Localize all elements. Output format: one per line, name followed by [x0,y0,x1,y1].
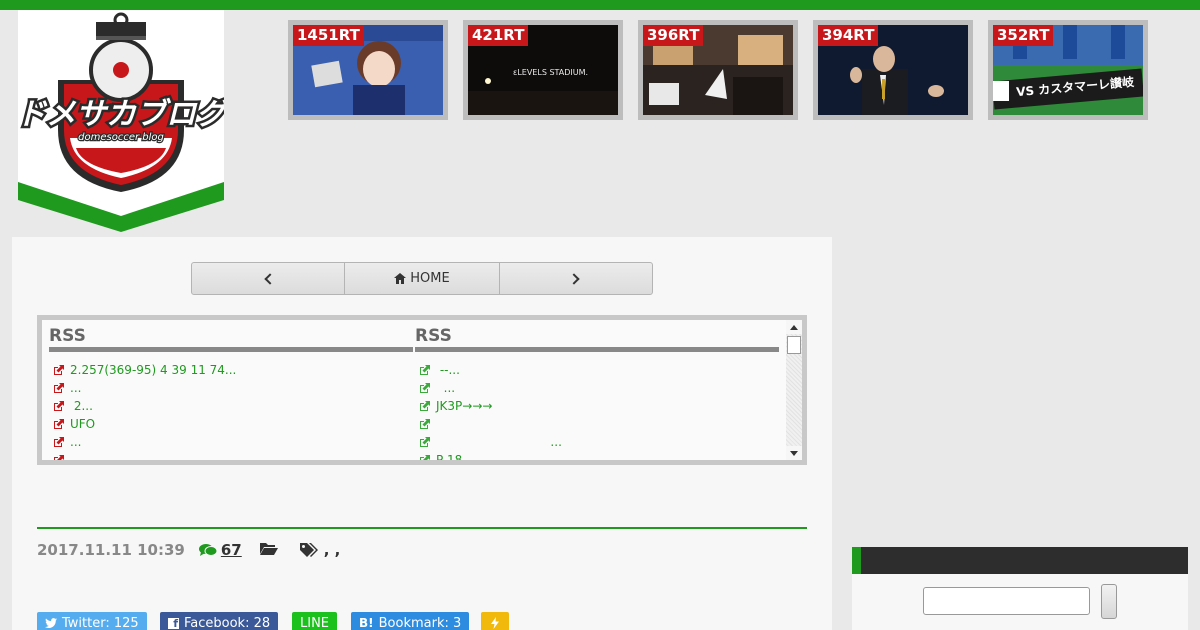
home-label: HOME [410,271,450,286]
rss-feed-box: RSS 2.257(369-95) 4 39 11 74...... 2... U… [37,315,807,465]
post-date: 2017.11.11 10:39 [37,541,185,559]
twitter-share-label: Twitter: 125 [62,615,139,630]
rss-item-title: --... [436,363,460,377]
search-input[interactable] [923,587,1090,615]
rss-item-link[interactable] [419,415,779,433]
pocket-share-button[interactable] [481,612,509,630]
rss-item-link[interactable]: P 18... [419,451,779,465]
external-link-icon [54,418,64,429]
chevron-left-icon [264,272,276,285]
twitter-share-button[interactable]: Twitter: 125 [37,612,147,630]
post-navigation: HOME [191,262,653,295]
tags-icon [299,543,318,557]
rss-item-link[interactable]: ... [53,451,413,465]
home-icon [394,273,407,284]
facebook-share-label: Facebook: 28 [184,615,271,630]
rss-item-title: ... [70,453,82,465]
external-link-icon [54,382,64,393]
svg-text:ɛLEVELS STADIUM.: ɛLEVELS STADIUM. [513,68,588,77]
folder-open-icon [259,543,278,555]
external-link-icon [420,382,430,393]
rt-count-badge: 1451RT [293,25,364,46]
rss-item-title: P 18... [436,453,474,465]
home-button[interactable]: HOME [345,263,500,294]
rss-item-link[interactable]: ... [53,379,413,397]
main-content: HOME RSS 2.257(369-95) 4 39 11 74...... … [12,237,832,630]
prev-post-button[interactable] [192,263,346,294]
rt-count-badge: 421RT [468,25,529,46]
line-share-button[interactable]: LINE [292,612,338,630]
rss-list: 2.257(369-95) 4 39 11 74...... 2... UFO..… [49,361,413,465]
external-link-icon [54,436,64,447]
rss-item-link[interactable]: ... [53,433,413,451]
rss-item-link[interactable]: JK3P→→→ [419,397,779,415]
comments-icon [198,544,217,556]
facebook-icon: f [168,617,179,629]
rss-title: RSS [415,320,779,352]
bookmark-share-label: Bookmark: 3 [378,615,462,630]
rss-item-link[interactable]: 2... [53,397,413,415]
scroll-down-arrow[interactable] [786,446,802,460]
trending-item[interactable]: ɛLEVELS STADIUM. 421RT [463,20,623,120]
external-link-icon [420,364,430,375]
external-link-icon [420,400,430,411]
external-link-icon [54,364,64,375]
comment-count: 67 [220,541,242,559]
rt-count-badge: 352RT [993,25,1054,46]
external-link-icon [420,454,430,460]
rss-item-title: ... [70,435,82,449]
chevron-right-icon [568,272,580,285]
trending-item[interactable]: 352RT VS カスタマーレ讃岐 [988,20,1148,120]
rss-item-link[interactable]: 2.257(369-95) 4 39 11 74... [53,361,413,379]
scroll-thumb[interactable] [787,336,801,354]
tags-text: , , [323,541,341,559]
logo-text: ドメサカブログ [18,97,224,132]
rss-item-title: ... [70,381,82,395]
top-accent-bar [0,0,1200,10]
rss-item-title: JK3P→→→ [436,399,493,413]
sidebar-widget-header [852,547,1188,574]
rss-column-left: RSS 2.257(369-95) 4 39 11 74...... 2... U… [49,320,413,465]
rt-count-badge: 396RT [643,25,704,46]
rss-item-title: 2.257(369-95) 4 39 11 74... [70,363,237,377]
rss-item-link[interactable]: ... [419,379,779,397]
comment-link[interactable]: 67 [198,541,242,559]
line-share-label: LINE [300,615,330,630]
external-link-icon [54,400,64,411]
twitter-icon [45,618,57,628]
rss-scrollbar[interactable] [786,320,802,460]
hatena-bookmark-button[interactable]: B! Bookmark: 3 [351,612,470,630]
section-divider [37,527,807,529]
site-logo[interactable]: ドメサカブログ domesoccer blog [18,10,224,232]
external-link-icon [420,436,430,447]
external-link-icon [54,454,64,460]
tag-list[interactable]: , , [299,541,341,559]
next-post-button[interactable] [500,263,652,294]
rss-column-right: RSS --... ... JK3P→→→ ... P 18... [415,320,779,465]
post-meta: 2017.11.11 10:39 67 , , [37,541,340,559]
trending-item[interactable]: 394RT [813,20,973,120]
rss-title: RSS [49,320,413,352]
rss-item-link[interactable]: ... [419,433,779,451]
rss-item-link[interactable]: --... [419,361,779,379]
sidebar-search-widget [852,574,1188,630]
search-button[interactable] [1101,584,1117,619]
external-link-icon [420,418,430,429]
rss-item-link[interactable]: UFO [53,415,413,433]
category-link[interactable] [259,541,278,559]
rss-list: --... ... JK3P→→→ ... P 18... [415,361,779,465]
trending-item[interactable]: 1451RT [288,20,448,120]
rss-item-title: 2... [70,399,93,413]
rss-item-title: ... [436,381,456,395]
lightning-icon [491,617,499,629]
rss-item-title: ... [436,435,562,449]
trending-item[interactable]: 396RT [638,20,798,120]
rss-item-title: UFO [70,417,96,431]
hatena-bookmark-icon: B! [359,616,374,630]
facebook-share-button[interactable]: f Facebook: 28 [160,612,279,630]
rt-count-badge: 394RT [818,25,879,46]
logo-subtext: domesoccer blog [78,132,164,143]
scroll-up-arrow[interactable] [786,320,802,334]
